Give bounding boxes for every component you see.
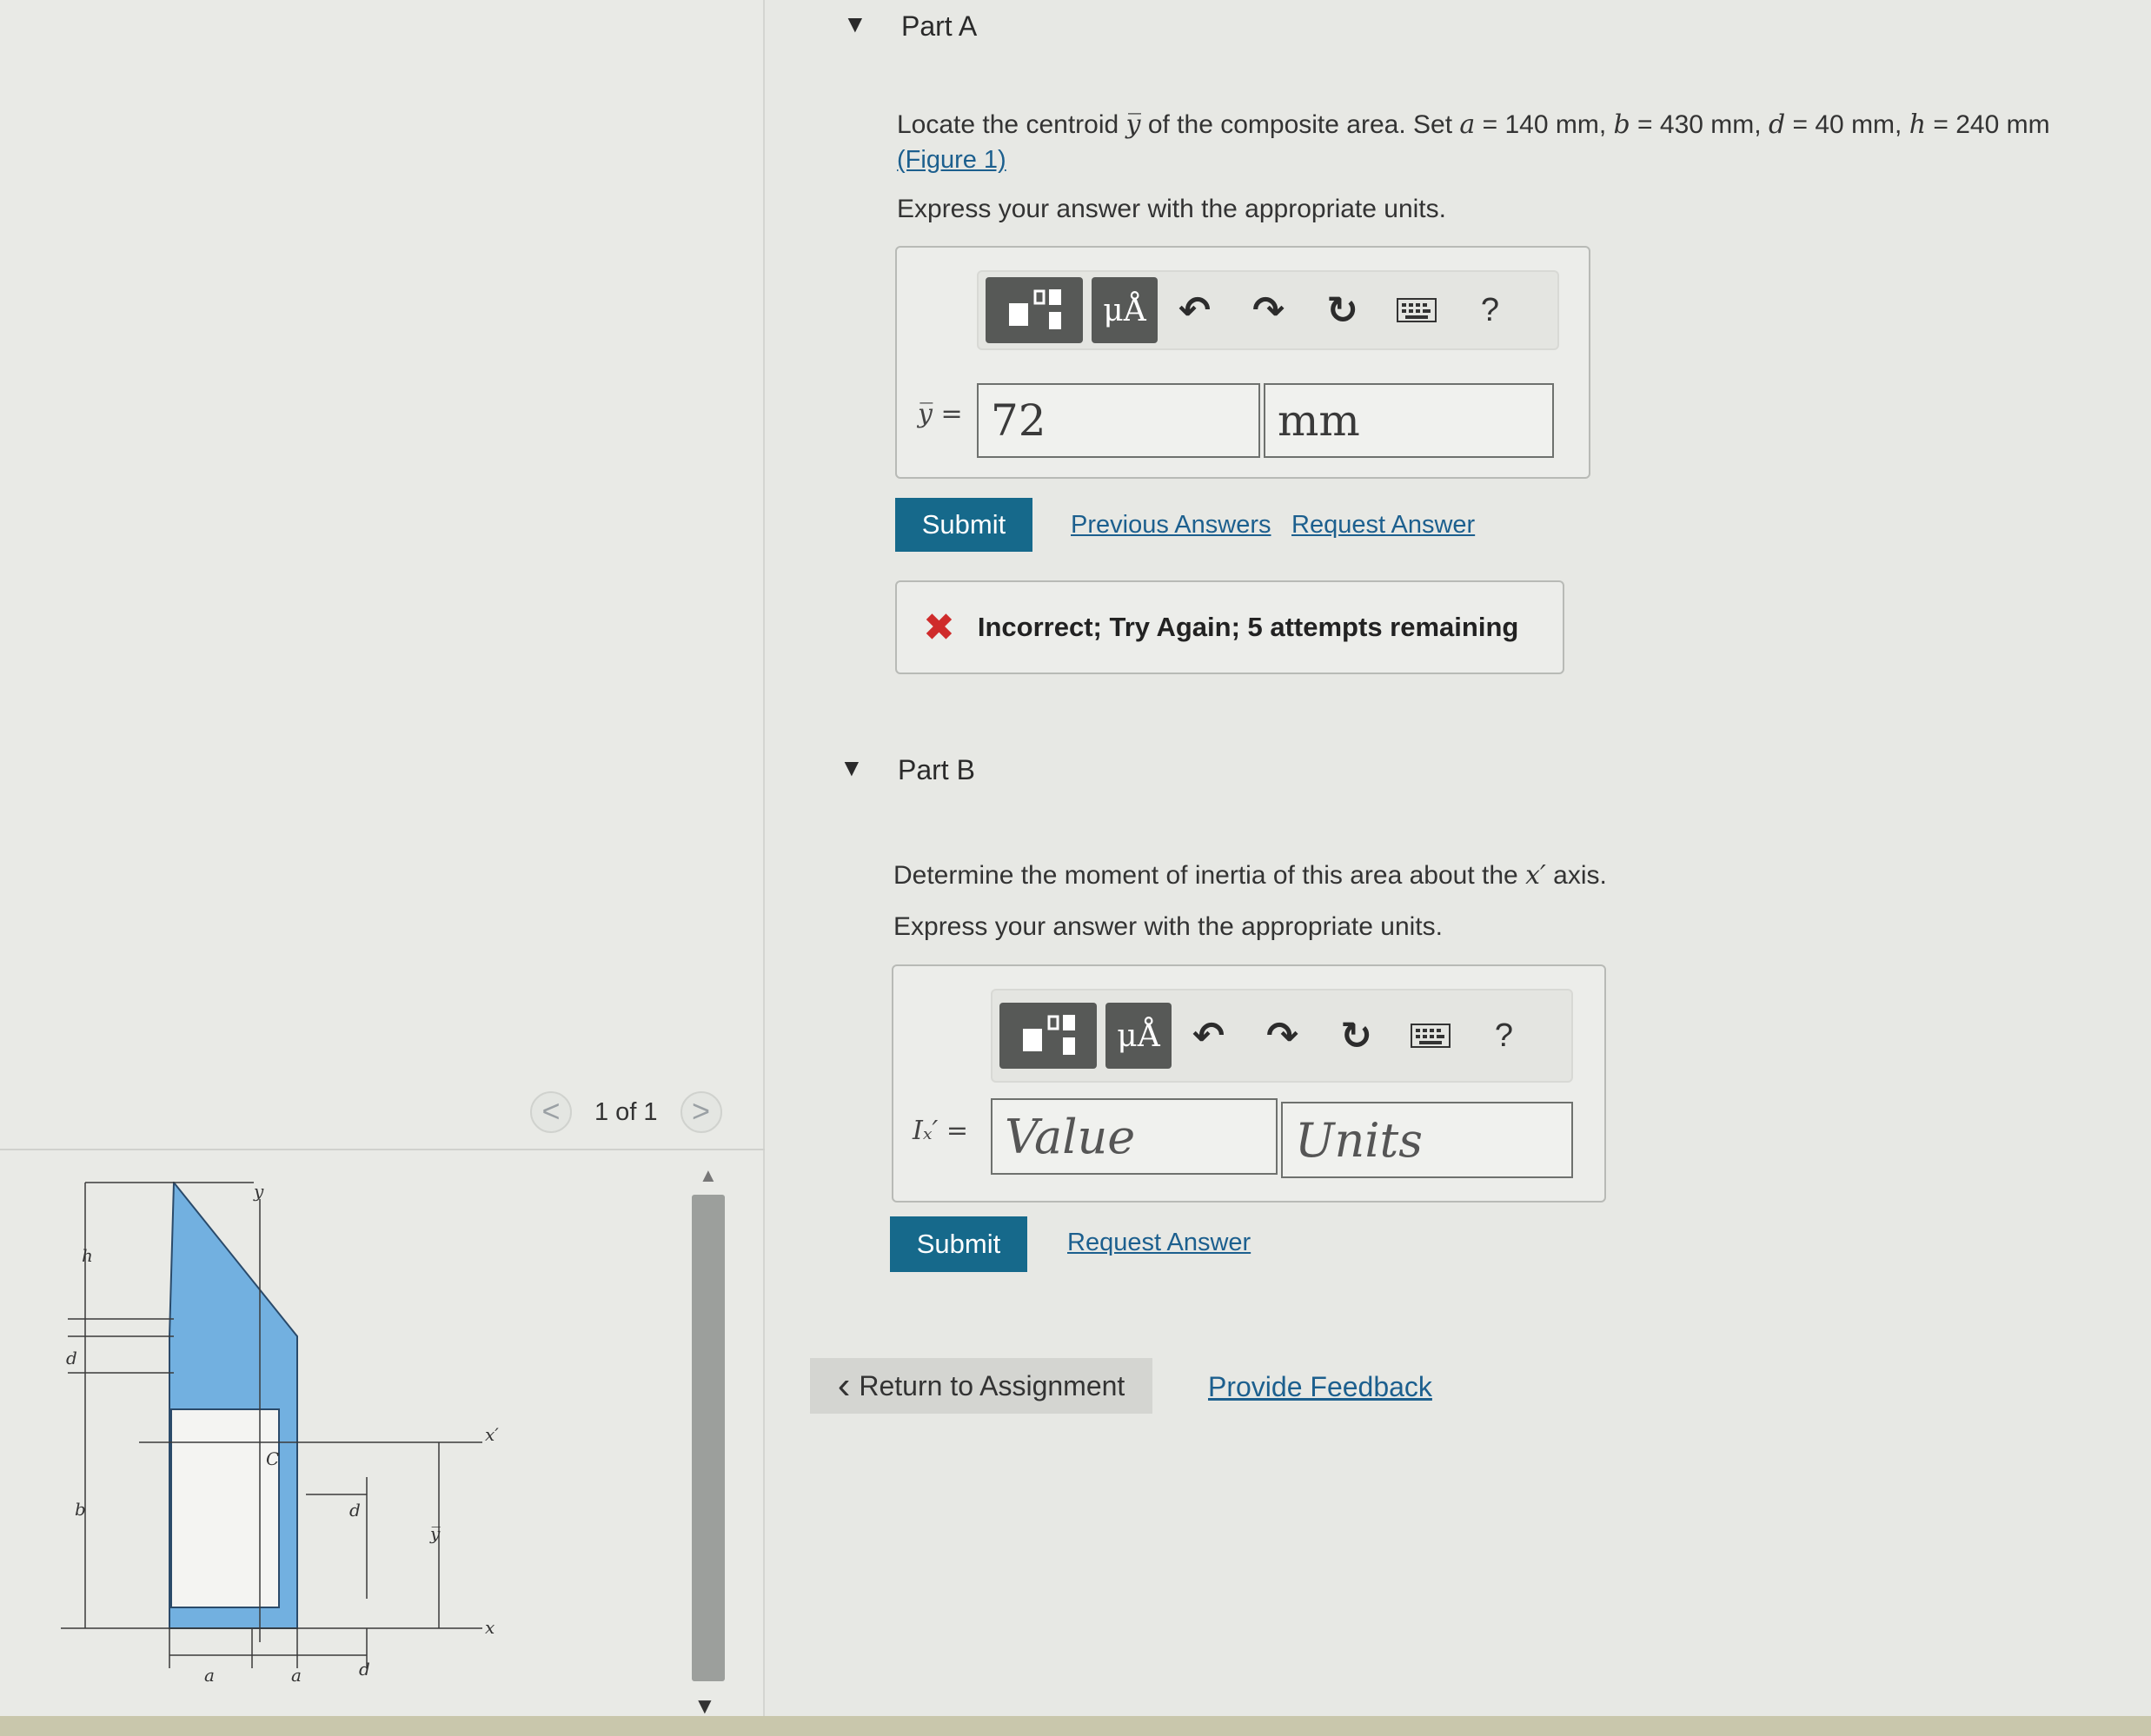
ybar-equals-label: y̅ = [918,399,963,429]
figure-1-link[interactable]: (Figure 1) [897,146,1006,174]
units-symbols-button[interactable]: μÅ [1092,277,1158,343]
rect-hole [170,1408,280,1608]
pager-text: 1 of 1 [594,1097,658,1126]
reset-icon[interactable]: ↻ [1305,288,1379,333]
part-b-submit-button[interactable]: Submit [890,1216,1027,1272]
undo-icon[interactable]: ↶ [1158,288,1232,333]
scroll-up-arrow-icon[interactable]: ▲ [699,1164,718,1187]
keyboard-icon[interactable] [1393,1024,1467,1048]
figure-label-y: y [253,1182,264,1202]
feedback-text: Incorrect; Try Again; 5 attempts remaini… [977,612,1519,642]
part-a-instruction: Express your answer with the appropriate… [897,195,1446,223]
templates-button[interactable] [986,277,1083,343]
part-b-answer-box: μÅ ↶ ↷ ↻ ? Iₓ′ = Value Units [892,964,1606,1203]
part-b-instruction: Express your answer with the appropriate… [893,912,1443,941]
part-a-collapse-icon[interactable]: ▼ [843,10,867,38]
redo-icon[interactable]: ↷ [1232,288,1305,333]
figure-label-d-inner: d [349,1500,361,1521]
part-b-collapse-icon[interactable]: ▼ [840,754,864,782]
part-b-request-answer-link[interactable]: Request Answer [1067,1229,1251,1257]
part-a-title: Part A [901,10,978,42]
prev-figure-button[interactable]: < [530,1091,572,1133]
help-button[interactable]: ? [1467,1017,1541,1055]
part-a-question: Locate the centroid y̅ of the composite … [897,109,2050,174]
ix-prime-equals-label: Iₓ′ = [913,1116,968,1146]
part-b-question: Determine the moment of inertia of this … [893,860,1607,891]
part-a-submit-button[interactable]: Submit [895,498,1032,552]
part-b-toolbar: μÅ ↶ ↷ ↻ ? [991,989,1573,1083]
figure-scrollbar[interactable] [692,1195,725,1681]
units-symbols-button[interactable]: μÅ [1105,1003,1172,1069]
part-b-value-input[interactable]: Value [991,1098,1278,1175]
part-b-title: Part B [898,754,975,785]
part-b-units-input[interactable]: Units [1281,1102,1573,1178]
incorrect-x-icon: ✖ [923,606,955,649]
part-a-answer-box: μÅ ↶ ↷ ↻ ? y̅ = 72 mm [895,246,1590,479]
figure-label-d: d [66,1348,77,1368]
keyboard-icon[interactable] [1379,298,1453,322]
figure-label-x-prime: x′ [485,1424,499,1445]
previous-answers-link[interactable]: Previous Answers [1071,511,1271,540]
help-button[interactable]: ? [1453,292,1527,329]
ybar-symbol: y̅ [1125,109,1141,140]
figure-label-h: h [82,1245,93,1266]
undo-icon[interactable]: ↶ [1172,1014,1245,1058]
figure-pager: < 1 of 1 > [530,1088,722,1136]
part-a-feedback-box: ✖ Incorrect; Try Again; 5 attempts remai… [895,580,1564,674]
figure-label-c: C [266,1448,279,1469]
part-a-toolbar: μÅ ↶ ↷ ↻ ? [977,270,1559,350]
figure-label-a2: a [291,1665,302,1686]
part-a-request-answer-link[interactable]: Request Answer [1291,511,1475,540]
figure-label-a1: a [204,1665,215,1686]
chevron-left-icon: ‹ [837,1364,851,1407]
figure-1-diagram: y x′ x C y̅ h d b a a d d [61,1182,499,1686]
part-a-units-input[interactable]: mm [1264,383,1554,458]
templates-button[interactable] [999,1003,1097,1069]
next-figure-button[interactable]: > [680,1091,722,1133]
figure-label-ybar: y̅ [429,1523,441,1544]
provide-feedback-link[interactable]: Provide Feedback [1208,1371,1432,1403]
bottom-edge [0,1716,2151,1736]
figure-label-x: x [485,1617,495,1638]
x-prime-symbol: x′ [1525,860,1546,891]
pane-divider [0,1149,765,1150]
figure-label-b: b [75,1499,86,1520]
part-a-value-input[interactable]: 72 [977,383,1260,458]
figure-label-d-bottom: d [359,1659,370,1680]
reset-icon[interactable]: ↻ [1319,1014,1393,1058]
return-to-assignment-button[interactable]: ‹ Return to Assignment [810,1358,1152,1414]
redo-icon[interactable]: ↷ [1245,1014,1319,1058]
